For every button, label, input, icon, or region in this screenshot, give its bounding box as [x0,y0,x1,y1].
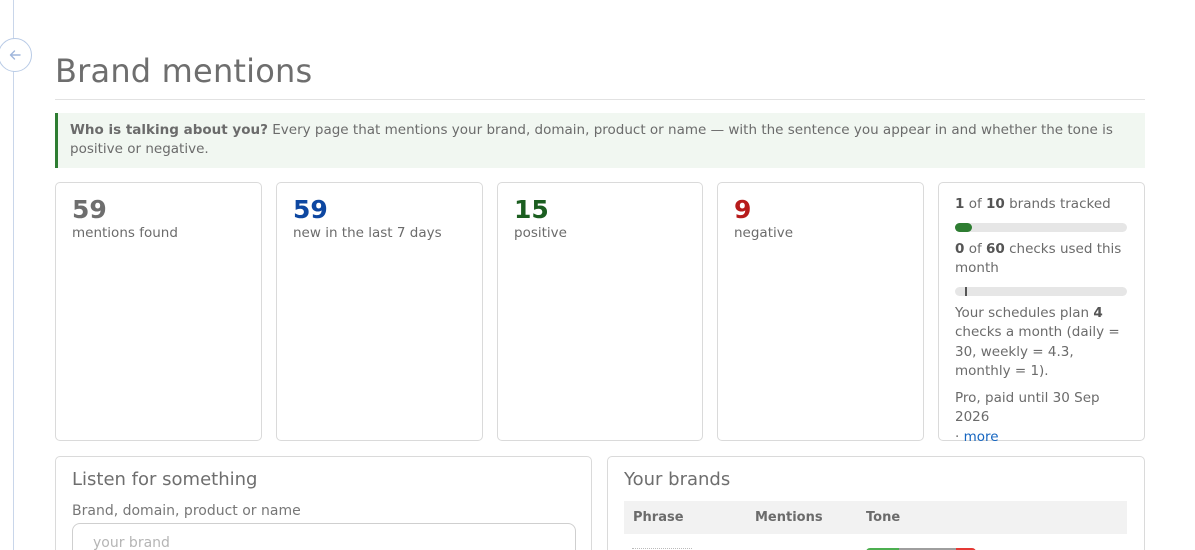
stat-value: 15 [514,195,549,224]
brands-usage-fill [955,222,973,232]
checks-used: 0 [955,240,965,257]
schedule-prefix: Your schedules plan [955,304,1094,321]
usage-card: 1 of 10 brands tracked 0 of 60 checks us… [938,182,1145,445]
stat-label: negative [734,225,794,241]
checks-of: of [964,240,987,257]
plan-info: Pro, paid until 30 Sep 2026 · more [955,389,1128,448]
intro-callout: Who is talking about you? Every page tha… [55,113,1145,168]
stat-label: new in the last 7 days [293,225,442,241]
brands-used: 1 [955,196,965,212]
brands-of: of [964,196,987,212]
stat-card-negative: 9 negative [717,182,924,441]
arrow-left-icon [9,50,21,60]
stat-card-mentions: 59 mentions found [55,182,262,441]
brands-table-header: Phrase Mentions Tone [624,501,1127,534]
back-button[interactable] [0,38,32,72]
brands-title: Your brands [624,469,731,490]
brand-input[interactable] [72,523,576,550]
column-tone[interactable]: Tone [866,510,900,525]
stat-label: positive [514,225,567,241]
checks-usage-marker [965,286,967,296]
stat-value: 9 [734,195,752,224]
brands-panel: Your brands Phrase Mentions Tone [607,456,1145,550]
page-title: Brand mentions [55,52,313,90]
stat-card-new: 59 new in the last 7 days [276,182,483,441]
plan-text: Pro, paid until 30 Sep 2026 [955,389,1100,426]
intro-lead: Who is talking about you? [70,122,268,138]
listen-panel: Listen for something Brand, domain, prod… [55,456,592,550]
stat-value: 59 [293,195,328,224]
checks-usage-bar [955,286,1127,296]
listen-title: Listen for something [72,469,258,490]
column-mentions[interactable]: Mentions [755,510,823,525]
schedule-count: 4 [1093,304,1103,321]
stat-value: 59 [72,195,107,224]
brands-total: 10 [986,196,1005,212]
checks-used-text: 0 of 60 checks used this month [955,240,1128,279]
brands-tracked-text: 1 of 10 brands tracked [955,195,1128,215]
more-separator: · [955,428,964,445]
brand-field-label: Brand, domain, product or name [72,503,301,519]
stat-card-positive: 15 positive [497,182,703,441]
brands-usage-bar [955,222,1127,232]
schedule-suffix: checks a month (daily = 30, weekly = 4.3… [955,324,1120,379]
stat-label: mentions found [72,225,178,241]
more-link[interactable]: more [964,429,999,445]
sidebar-rail [13,0,14,550]
brands-suffix: brands tracked [1004,196,1111,212]
checks-total: 60 [986,240,1005,257]
schedule-note: Your schedules plan 4 checks a month (da… [955,304,1128,382]
title-divider [55,99,1145,100]
column-phrase[interactable]: Phrase [633,510,684,525]
